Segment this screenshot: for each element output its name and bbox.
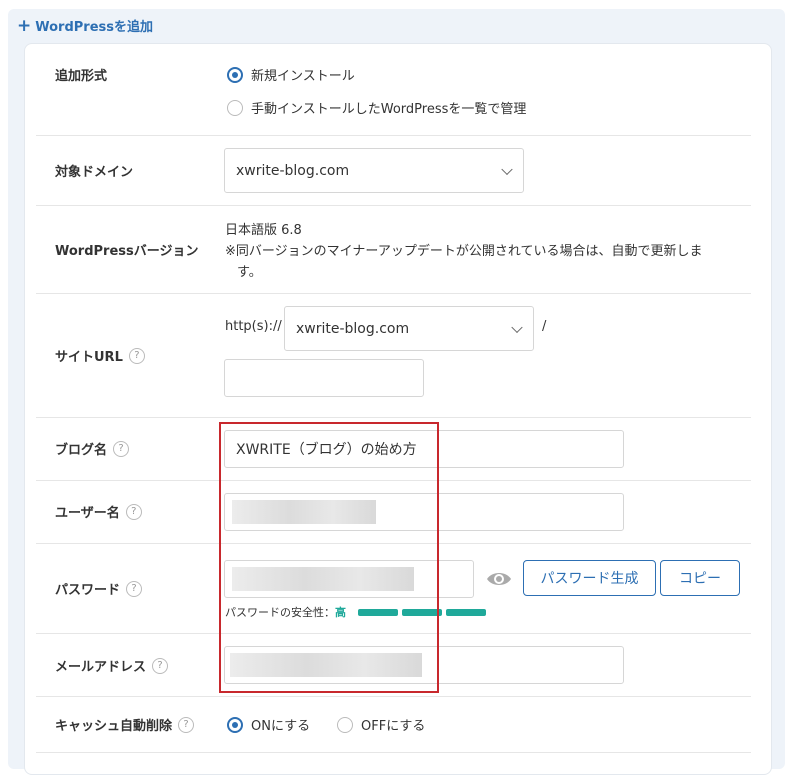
help-icon[interactable]: ? — [113, 440, 130, 457]
site-url-domain-select[interactable]: xwrite-blog.com — [284, 306, 534, 351]
eye-icon[interactable] — [486, 570, 512, 588]
help-icon[interactable]: ? — [152, 657, 169, 674]
domain-label: 対象ドメイン — [55, 161, 133, 180]
site-url-label: サイトURL ? — [55, 346, 145, 365]
domain-select[interactable]: xwrite-blog.com — [224, 148, 524, 193]
row-divider — [36, 752, 751, 753]
row-divider — [36, 205, 751, 206]
cache-label: キャッシュ自動削除 ? — [55, 715, 195, 734]
help-icon[interactable]: ? — [125, 503, 142, 520]
help-icon[interactable]: ? — [128, 347, 145, 364]
generate-password-button[interactable]: パスワード生成 — [523, 560, 656, 596]
domain-label-text: 対象ドメイン — [55, 165, 134, 180]
radio-cache-on-label: ONにする — [251, 719, 311, 734]
blog-name-label: ブログ名 ? — [55, 439, 130, 458]
radio-selected-icon — [227, 716, 243, 733]
radio-cache-on[interactable]: ONにする — [227, 715, 310, 734]
version-label-text: WordPressバージョン — [55, 244, 199, 259]
version-label: WordPressバージョン — [55, 240, 199, 259]
radio-new-install[interactable]: 新規インストール — [227, 65, 355, 84]
section-title-text: WordPressを追加 — [35, 20, 154, 35]
site-url-domain-value: xwrite-blog.com — [296, 320, 410, 337]
row-divider — [36, 696, 751, 697]
row-divider — [36, 135, 751, 136]
version-note-line2: す。 — [237, 265, 262, 280]
email-label-text: メールアドレス — [55, 660, 147, 675]
cache-label-text: キャッシュ自動削除 — [55, 719, 173, 734]
help-icon[interactable]: ? — [126, 580, 143, 597]
email-label: メールアドレス ? — [55, 656, 169, 675]
section-title: + WordPressを追加 — [17, 16, 153, 35]
copy-password-button[interactable]: コピー — [660, 560, 740, 596]
password-label: パスワード ? — [55, 579, 143, 598]
password-label-text: パスワード — [55, 583, 121, 598]
version-value: 日本語版 6.8 — [225, 223, 302, 238]
chevron-down-icon — [501, 163, 513, 175]
username-label: ユーザー名 ? — [55, 502, 142, 521]
site-url-label-text: サイトURL — [55, 350, 123, 365]
domain-select-value: xwrite-blog.com — [236, 162, 350, 179]
row-divider — [36, 417, 751, 418]
site-url-prefix: http(s):// — [225, 319, 282, 334]
site-url-path-input[interactable] — [224, 359, 424, 397]
radio-unselected-icon — [337, 716, 353, 733]
highlight-box — [219, 422, 439, 693]
strength-bar-segment — [446, 609, 486, 616]
chevron-down-icon — [511, 321, 523, 333]
username-label-text: ユーザー名 — [55, 506, 120, 521]
site-url-slash: / — [542, 319, 547, 334]
blog-name-label-text: ブログ名 — [55, 443, 108, 458]
radio-cache-off-label: OFFにする — [361, 719, 426, 734]
plus-icon: + — [17, 15, 32, 36]
add-type-label: 追加形式 — [55, 65, 107, 84]
radio-manual-install-label: 手動インストールしたWordPressを一覧で管理 — [251, 102, 527, 117]
radio-unselected-icon — [227, 99, 243, 116]
add-type-label-text: 追加形式 — [55, 69, 108, 84]
version-note-line1: ※同バージョンのマイナーアップデートが公開されている場合は、自動で更新しま — [225, 244, 703, 259]
radio-cache-off[interactable]: OFFにする — [337, 715, 425, 734]
radio-manual-install[interactable]: 手動インストールしたWordPressを一覧で管理 — [227, 98, 526, 117]
help-icon[interactable]: ? — [178, 716, 195, 733]
radio-new-install-label: 新規インストール — [251, 69, 355, 84]
radio-selected-icon — [227, 66, 243, 83]
row-divider — [36, 293, 751, 294]
